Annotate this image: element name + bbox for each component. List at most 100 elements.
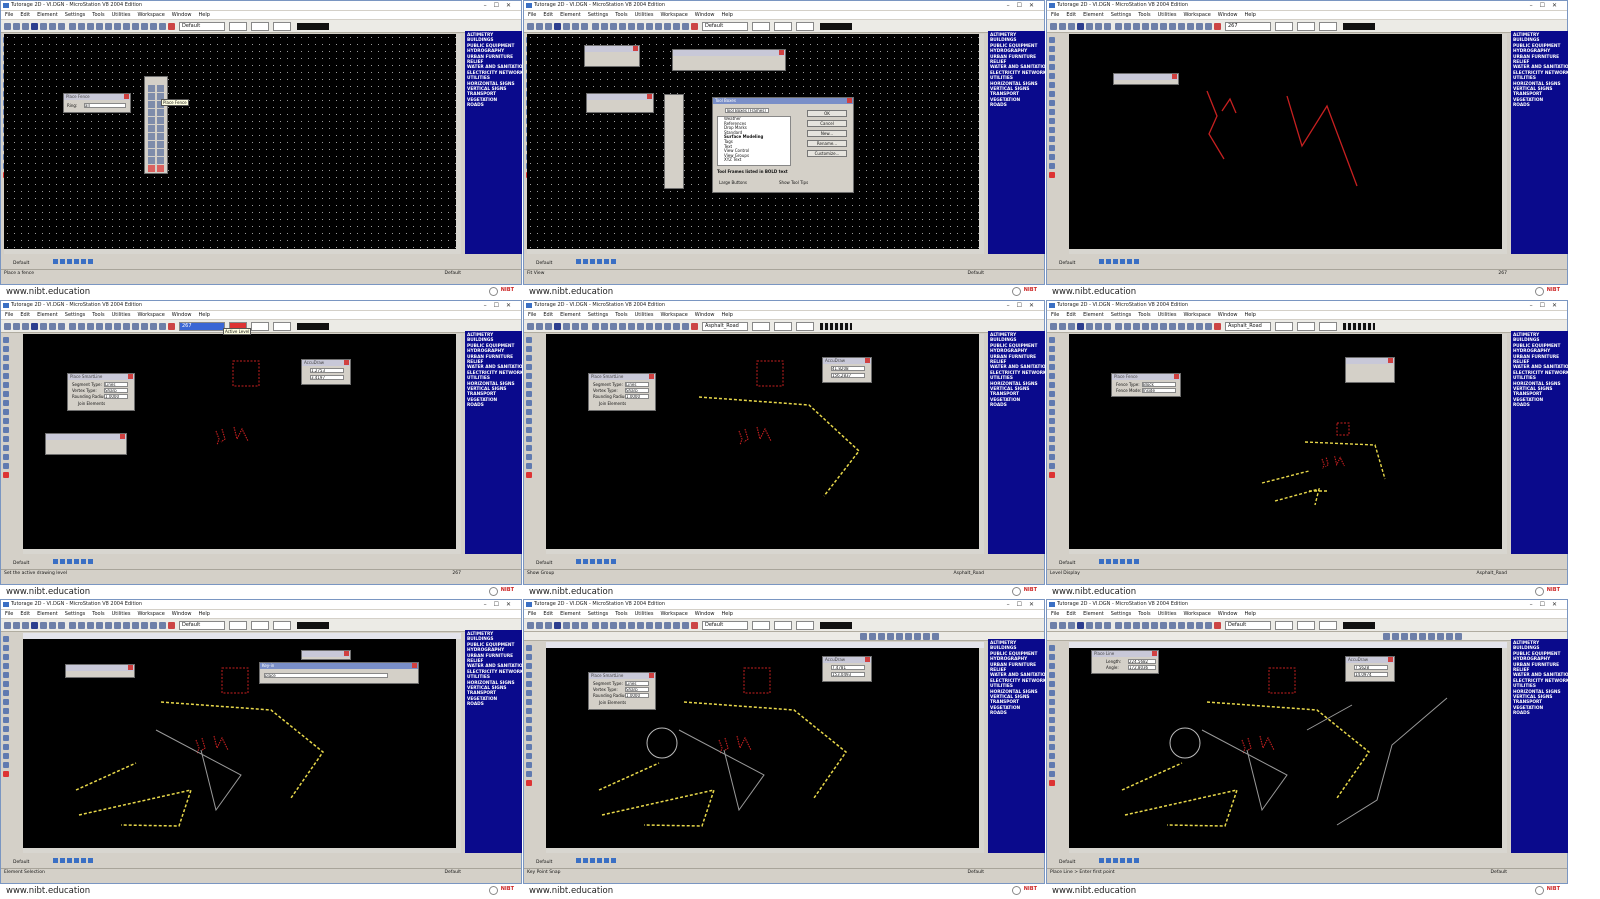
gray-line-element[interactable] [155, 729, 242, 812]
close-icon[interactable] [1174, 374, 1179, 379]
accudraw-x-field[interactable]: 7.4781 [831, 665, 865, 670]
close-icon[interactable] [647, 94, 652, 99]
tool-box-list-item[interactable]: XYZ Text [718, 158, 790, 163]
palette-tool-icon[interactable] [148, 157, 155, 164]
close-icon[interactable] [865, 657, 870, 662]
close-icon[interactable] [344, 651, 349, 656]
palette-tool-icon[interactable] [148, 93, 155, 100]
accudraw-dialog[interactable]: AccuDraw 41.8208 156.2837 [822, 357, 872, 383]
palette-tool-icon[interactable] [157, 165, 164, 172]
caption-url[interactable]: www.nibt.education [1052, 587, 1136, 597]
palette-tool-icon[interactable] [148, 133, 155, 140]
place-smartline-dialog[interactable]: Place SmartLine Segment Type: Lines Vertex … [588, 672, 656, 710]
palette-tool-icon[interactable] [157, 125, 164, 132]
close-icon[interactable] [779, 50, 784, 55]
yellow-dashed-smartline[interactable] [1261, 441, 1386, 506]
accudraw-dialog[interactable]: AccuDraw 7.5628 14.0974 [1345, 656, 1395, 682]
close-icon[interactable] [1152, 651, 1157, 656]
tool-boxes-dialog[interactable]: Tool Boxes Tool Boxes (Frames) Weather Refe… [712, 97, 854, 193]
red-sketch-mark[interactable] [738, 426, 772, 446]
fence-tool-palette[interactable] [144, 76, 168, 174]
smartline-row-field[interactable]: 1.0000 [625, 693, 649, 698]
gray-place-line-element[interactable] [1306, 697, 1448, 826]
accudraw-y-field[interactable]: 156.2837 [831, 373, 865, 378]
place-fence-dialog[interactable] [586, 93, 654, 113]
close-icon[interactable] [1388, 657, 1393, 662]
close-icon[interactable] [412, 663, 417, 668]
smartline-row-field[interactable]: Sharp [625, 388, 649, 393]
fence-row-field[interactable]: Inside [1142, 388, 1176, 393]
close-icon[interactable] [649, 673, 654, 678]
accudraw-y-field[interactable]: 153.0493 [831, 672, 865, 677]
palette-tool-icon[interactable] [157, 141, 164, 148]
key-in-dialog-title[interactable]: Key-in [260, 663, 418, 669]
smartline-toolbar[interactable] [45, 433, 127, 455]
smartline-row-field[interactable]: Lines [625, 681, 649, 686]
tool-boxes-combo[interactable]: Tool Boxes (Frames) [725, 108, 769, 113]
tool-boxes-list[interactable]: Weather References Drop Marks Standard Surfa… [717, 116, 791, 166]
palette-tool-icon[interactable] [148, 141, 155, 148]
close-icon[interactable] [128, 374, 133, 379]
palette-tool-icon[interactable] [157, 149, 164, 156]
place-smartline-dialog-title[interactable]: Place SmartLine [68, 374, 134, 380]
main-tool-palette[interactable] [664, 94, 684, 189]
accudraw-dialog-title[interactable]: AccuDraw [823, 358, 871, 364]
gray-circle-element[interactable] [646, 727, 678, 759]
caption-url[interactable]: www.nibt.education [529, 886, 613, 896]
close-icon[interactable] [847, 98, 852, 103]
tool-boxes-new-button[interactable]: New... [807, 130, 847, 137]
red-sketch-mark[interactable] [1241, 735, 1275, 755]
tool-boxes-cancel-button[interactable]: Cancel [807, 120, 847, 127]
accudraw-dialog[interactable] [1345, 357, 1395, 383]
red-sketch-mark[interactable] [195, 735, 229, 755]
yellow-dashed-smartline[interactable] [598, 701, 848, 827]
fence-row-field[interactable]: Block [1142, 382, 1176, 387]
red-fence-rectangle[interactable] [221, 667, 249, 694]
accudraw-dialog[interactable] [301, 650, 351, 660]
smartline-row-field[interactable]: 1.0000 [104, 394, 128, 399]
close-icon[interactable] [120, 434, 125, 439]
place-fence-dialog-title[interactable]: Place Fence [1112, 374, 1180, 380]
accudraw-x-field[interactable]: 7.5628 [1354, 665, 1388, 670]
yellow-dashed-smartline[interactable] [1121, 701, 1371, 827]
accudraw-x-field[interactable]: 1.2753 [310, 368, 344, 373]
floating-toolbox-title[interactable] [1114, 74, 1178, 80]
smartline-row-field[interactable]: Sharp [104, 388, 128, 393]
palette-tool-icon[interactable] [157, 109, 164, 116]
red-sketch-mark[interactable] [1321, 456, 1345, 469]
red-sketch-mark[interactable] [215, 426, 249, 446]
floating-toolbox-title[interactable] [66, 665, 134, 671]
accudraw-x-field[interactable]: 41.8208 [831, 366, 865, 371]
place-line-row-field[interactable]: 172.8036 [1128, 665, 1156, 670]
close-icon[interactable] [1388, 358, 1393, 363]
red-fence-rectangle[interactable] [1336, 422, 1350, 436]
palette-tool-icon[interactable] [157, 117, 164, 124]
palette-tool-icon[interactable] [157, 85, 164, 92]
place-line-dialog-title[interactable]: Place Line [1092, 651, 1158, 657]
accudraw-dialog-title[interactable] [1346, 358, 1394, 364]
accudraw-dialog-title[interactable]: AccuDraw [823, 657, 871, 663]
accudraw-dialog-title[interactable] [302, 651, 350, 657]
standard-toolbox[interactable] [672, 49, 786, 71]
key-in-dialog[interactable]: Key-in place [259, 662, 419, 684]
palette-tool-icon[interactable] [148, 125, 155, 132]
accudraw-y-field[interactable]: 14.0974 [1354, 672, 1388, 677]
gray-circle-element[interactable] [1169, 727, 1201, 759]
red-sketch-mark[interactable] [718, 735, 752, 755]
tool-boxes-rename-button[interactable]: Rename... [807, 140, 847, 147]
floating-toolbox[interactable] [1113, 73, 1179, 85]
smartline-row-field[interactable]: Lines [625, 382, 649, 387]
red-fence-rectangle[interactable] [1268, 667, 1296, 694]
palette-tool-icon[interactable] [148, 149, 155, 156]
red-fence-rectangle[interactable] [232, 360, 260, 387]
palette-tool-icon[interactable] [148, 117, 155, 124]
close-icon[interactable] [344, 360, 349, 365]
close-icon[interactable] [128, 665, 133, 670]
close-icon[interactable] [649, 374, 654, 379]
place-line-dialog[interactable]: Place Line Length: 224.5682 Angle: 172.8036 [1091, 650, 1159, 674]
toolbox-frame-title[interactable] [585, 46, 639, 52]
red-fence-rectangle[interactable] [743, 667, 771, 694]
tool-boxes-dialog-title[interactable]: Tool Boxes [713, 98, 853, 104]
place-smartline-dialog[interactable]: Place SmartLine Segment Type: Lines Vertex … [67, 373, 135, 411]
accudraw-dialog[interactable]: AccuDraw 1.2753 3.4197 [301, 359, 351, 385]
